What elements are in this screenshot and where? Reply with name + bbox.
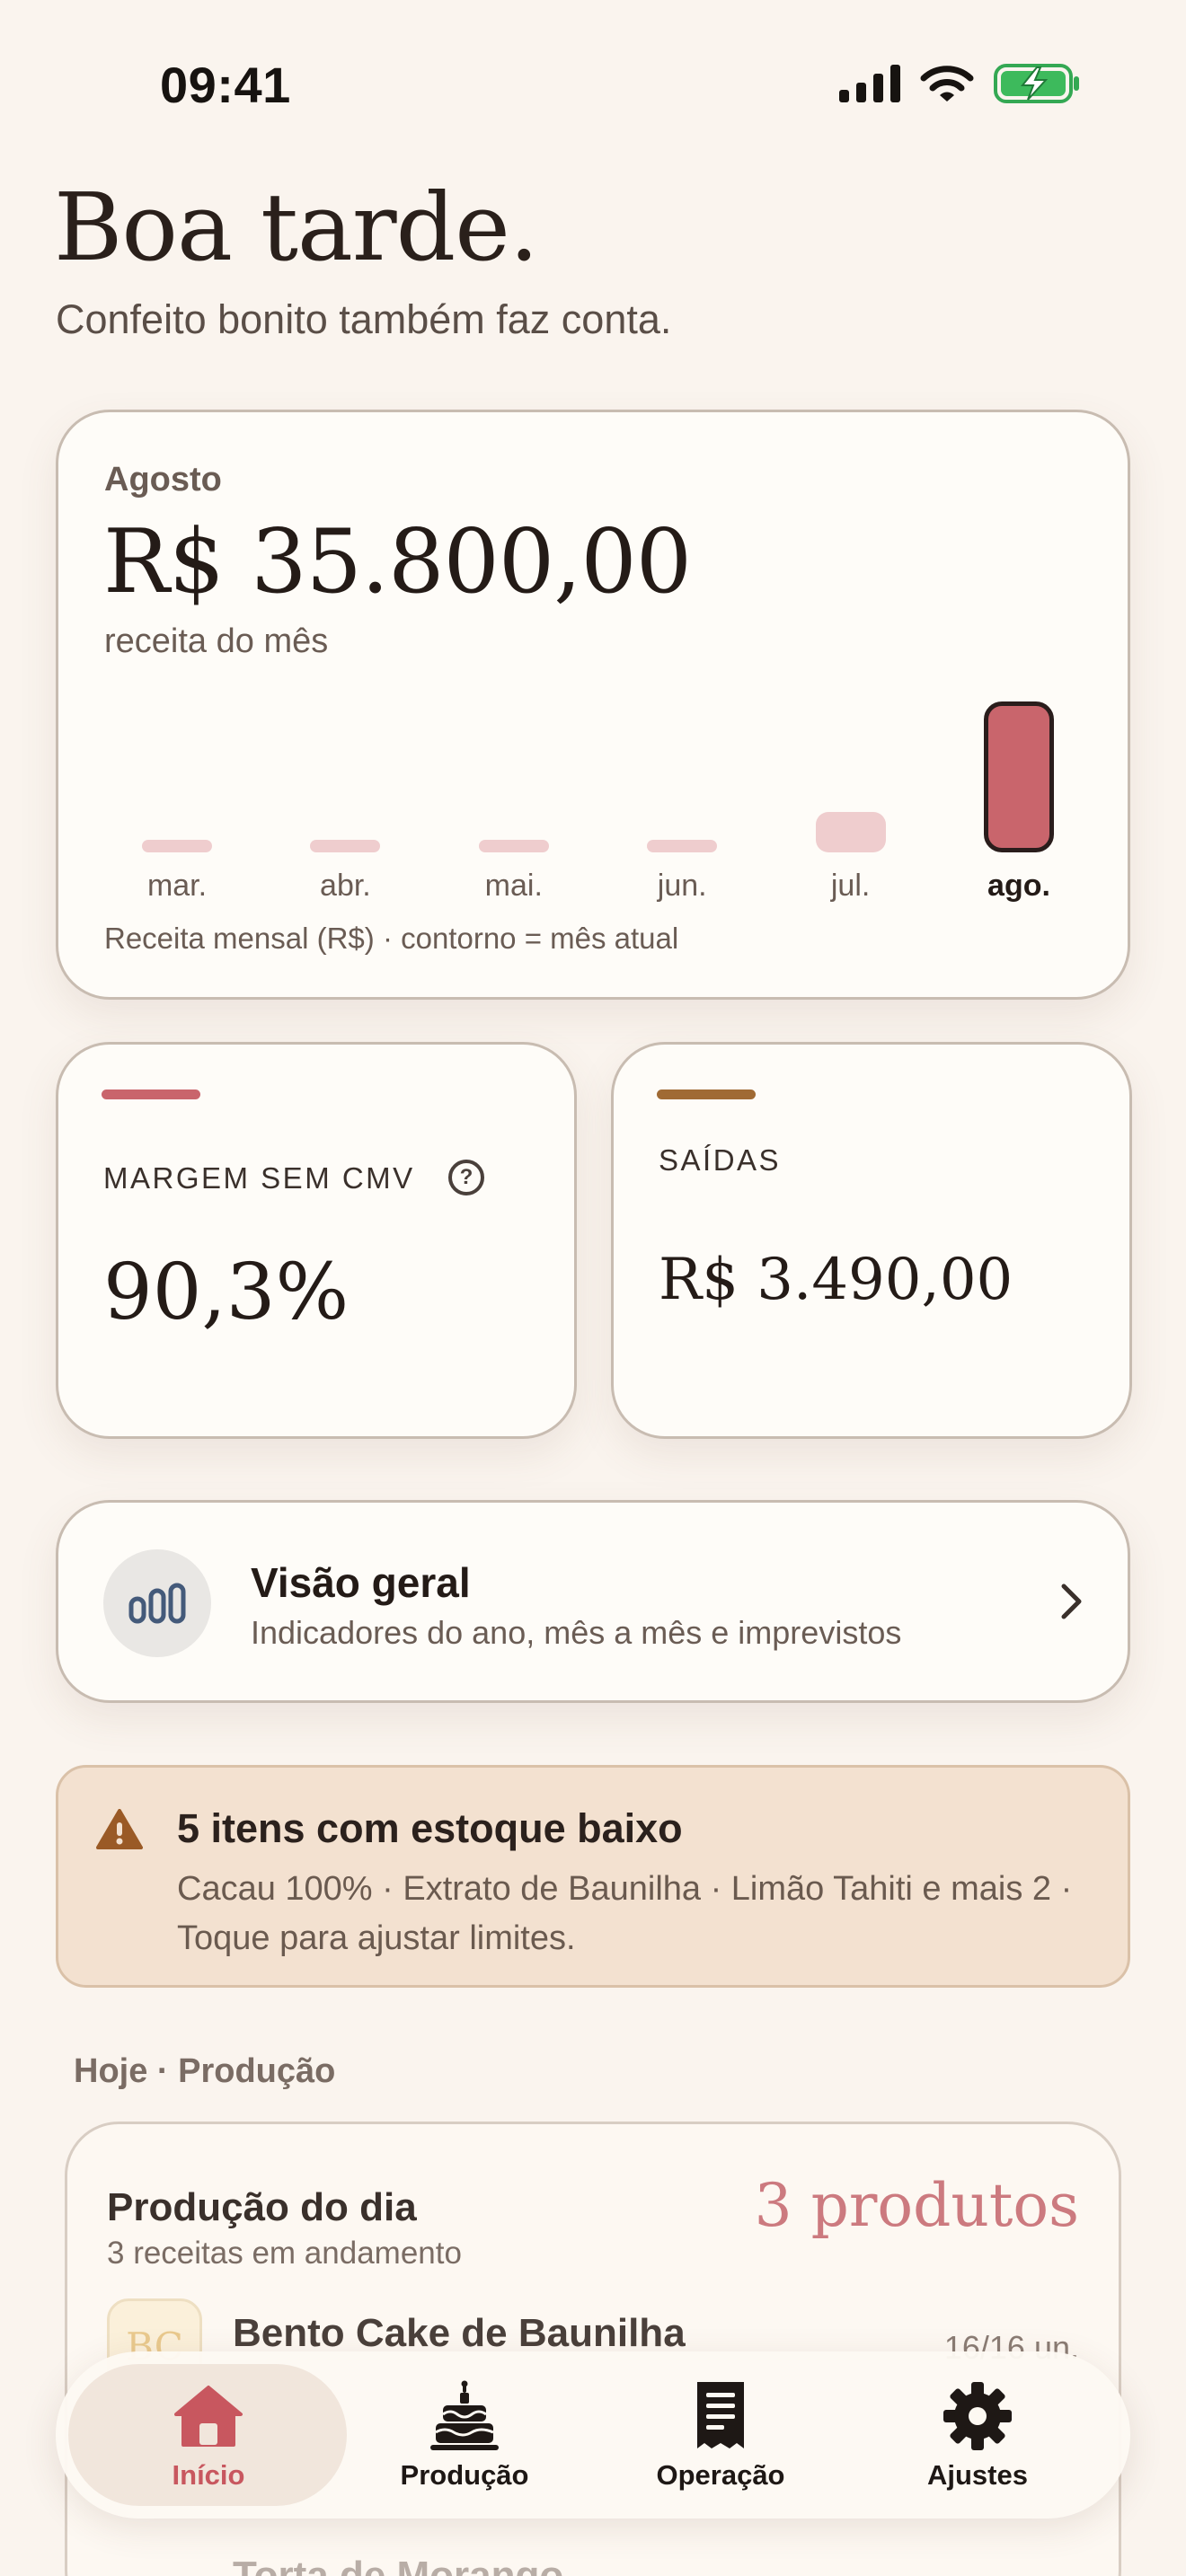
- alert-body: Cacau 100% · Extrato de Baunilha · Limão…: [177, 1870, 1073, 1957]
- battery-charging-icon: [994, 64, 1079, 103]
- production-subtitle: 3 receitas em andamento: [107, 2236, 462, 2271]
- revenue-card[interactable]: Agosto R$ 35.800,00 receita do mês mar. a…: [56, 410, 1130, 1000]
- chart-bar-abr: [310, 840, 381, 852]
- chart-tick-label: jun.: [657, 869, 707, 903]
- greeting-title: Boa tarde.: [54, 172, 539, 282]
- production-title: Produção do dia: [107, 2185, 417, 2229]
- wifi-icon: [920, 66, 974, 101]
- help-icon[interactable]: ?: [448, 1160, 484, 1195]
- tab-label: Ajustes: [927, 2459, 1028, 2491]
- stock-alert[interactable]: 5 itens com estoque baixo Cacau 100% · E…: [56, 1765, 1130, 1988]
- chart-bar-ago: [984, 701, 1054, 852]
- margin-card[interactable]: MARGEM SEM CMV ? 90,3%: [56, 1042, 577, 1439]
- chart-tick-label: mar.: [146, 869, 208, 903]
- production-item-name[interactable]: Torta de Morango: [233, 2554, 563, 2576]
- chart-tick-label: ago.: [987, 869, 1050, 903]
- bar-chart-icon: [103, 1549, 211, 1657]
- status-bar: 09:41: [0, 0, 1186, 171]
- tab-inicio[interactable]: Início: [92, 2378, 325, 2495]
- chart-tick-label: mai.: [484, 869, 543, 903]
- cake-icon: [348, 2378, 581, 2454]
- revenue-chart: mar. abr. mai. jun. jul. ago.: [58, 412, 1133, 1002]
- tab-label: Produção: [400, 2459, 529, 2491]
- gear-icon: [861, 2378, 1094, 2454]
- margin-value: 90,3%: [103, 1248, 350, 1337]
- warning-icon: [96, 1809, 143, 1849]
- status-time: 09:41: [160, 57, 291, 113]
- production-item-name[interactable]: Bento Cake de Baunilha: [233, 2311, 686, 2356]
- chart-bar-mar: [142, 840, 212, 852]
- exits-label: SAÍDAS: [659, 1143, 782, 1177]
- section-label-today: Hoje · Produção: [74, 2052, 336, 2090]
- signal-icon: [839, 65, 900, 102]
- receipt-icon: [604, 2378, 837, 2454]
- chart-bar-jun: [647, 840, 718, 852]
- overview-row[interactable]: Visão geral Indicadores do ano, mês a mê…: [56, 1500, 1130, 1703]
- tab-ajustes[interactable]: Ajustes: [861, 2378, 1094, 2495]
- margin-accent-bar: [102, 1090, 200, 1099]
- alert-title: 5 itens com estoque baixo: [177, 1805, 683, 1851]
- chart-tick-label: jul.: [830, 869, 871, 903]
- exits-value: R$ 3.490,00: [659, 1247, 1013, 1313]
- overview-title: Visão geral: [251, 1559, 471, 1606]
- tab-label: Início: [172, 2459, 245, 2491]
- margin-label: MARGEM SEM CMV: [103, 1161, 415, 1195]
- home-icon: [92, 2378, 325, 2454]
- exits-card[interactable]: SAÍDAS R$ 3.490,00: [611, 1042, 1132, 1439]
- chart-tick-label: abr.: [320, 869, 371, 903]
- tab-producao[interactable]: Produção: [348, 2378, 581, 2495]
- chevron-right-icon: [1061, 1584, 1082, 1619]
- production-count: 3 produtos: [754, 2171, 1079, 2240]
- chart-bar-jul: [815, 812, 886, 852]
- tab-bar: Início Produção Operação Ajustes: [56, 2351, 1130, 2519]
- overview-subtitle: Indicadores do ano, mês a mês e imprevis…: [251, 1614, 902, 1651]
- tab-label: Operação: [656, 2459, 785, 2491]
- status-icons: [839, 63, 1080, 104]
- chart-legend: Receita mensal (R$) · contorno = mês atu…: [104, 922, 679, 955]
- exits-accent-bar: [657, 1090, 756, 1099]
- tab-operacao[interactable]: Operação: [604, 2378, 837, 2495]
- chart-bar-mai: [478, 840, 549, 852]
- greeting-subtitle: Confeito bonito também faz conta.: [56, 296, 672, 342]
